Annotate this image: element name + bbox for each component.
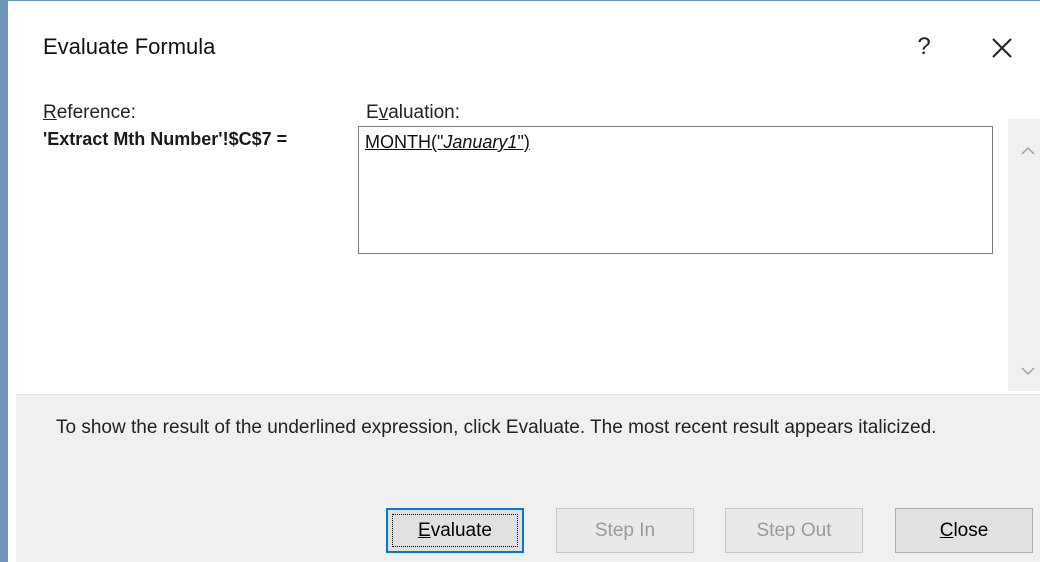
scroll-down-button[interactable] xyxy=(1008,351,1040,391)
title-bar: Evaluate Formula ? xyxy=(16,2,1040,90)
reference-value: 'Extract Mth Number'!$C$7 = xyxy=(43,129,288,149)
evaluate-button[interactable]: Evaluate xyxy=(386,508,524,553)
evaluate-formula-dialog: Evaluate Formula ? Reference: Evaluation… xyxy=(0,0,1040,562)
dialog-title: Evaluate Formula xyxy=(43,34,216,59)
evaluation-label: Evaluation: xyxy=(366,102,461,123)
close-button[interactable]: Close xyxy=(895,508,1033,553)
evaluation-box[interactable]: MONTH("January1") xyxy=(358,126,993,254)
focus-rectangle xyxy=(392,514,518,547)
close-x-icon xyxy=(992,38,1012,58)
chevron-up-icon xyxy=(1021,146,1035,155)
help-button[interactable]: ? xyxy=(909,30,939,64)
evaluation-scrollbar[interactable] xyxy=(1008,119,1040,391)
step-in-button[interactable]: Step In xyxy=(556,508,694,553)
instruction-text: To show the result of the underlined exp… xyxy=(56,417,937,438)
step-out-button[interactable]: Step Out xyxy=(725,508,863,553)
chevron-down-icon xyxy=(1021,367,1035,376)
close-window-button[interactable] xyxy=(982,28,1022,68)
reference-label: Reference: xyxy=(43,102,136,123)
scroll-up-button[interactable] xyxy=(1008,131,1040,171)
evaluation-expression: MONTH("January1") xyxy=(365,132,530,152)
